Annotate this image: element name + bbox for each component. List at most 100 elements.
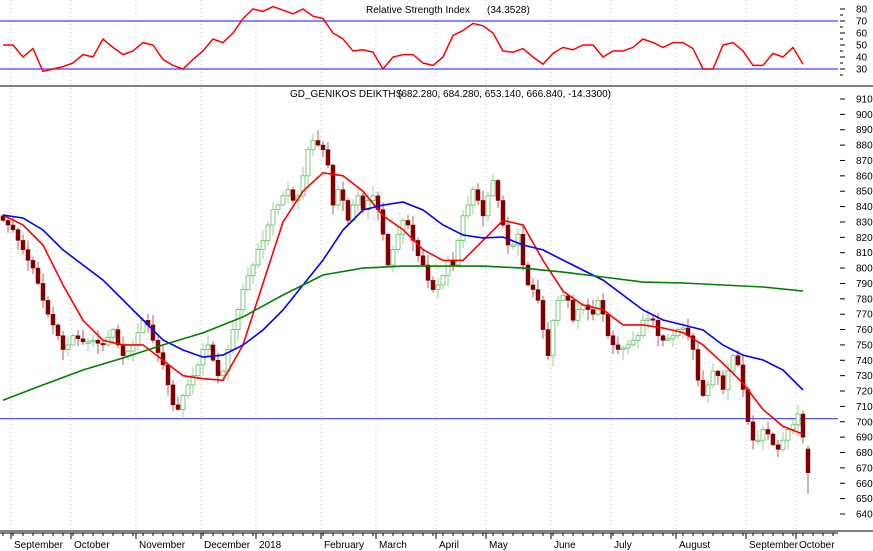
price-tick-label: 910 xyxy=(856,95,873,106)
candle-up xyxy=(70,335,76,346)
candle-up xyxy=(555,299,561,321)
candle-down xyxy=(615,344,621,350)
price-y-axis: 640 650 660 670 680 690 700 710 720 730 740 750 760 7… xyxy=(840,95,873,520)
candle-down xyxy=(95,340,101,344)
month-label: September xyxy=(749,540,799,551)
month-label: November xyxy=(139,540,186,551)
price-tick-label: 820 xyxy=(856,233,873,244)
candle-down xyxy=(475,189,481,201)
price-tick-label: 890 xyxy=(856,125,873,136)
price-tick-label: 730 xyxy=(856,371,873,382)
price-tick-label: 860 xyxy=(856,171,873,182)
candle-up xyxy=(575,309,581,321)
candle-up xyxy=(510,244,516,247)
candle-up xyxy=(670,335,676,340)
candle-up xyxy=(135,332,141,346)
candle-up xyxy=(400,220,406,235)
candle-down xyxy=(735,355,741,366)
candle-down xyxy=(360,195,366,210)
candle-down xyxy=(600,300,606,315)
price-tick-label: 800 xyxy=(856,264,873,275)
candle-down xyxy=(545,329,551,356)
month-label: August xyxy=(679,540,710,551)
candle-down xyxy=(765,429,771,435)
rsi-title: Relative Strength Index xyxy=(366,5,470,16)
candle-up xyxy=(705,384,711,397)
candle-down xyxy=(340,189,346,201)
price-tick-label: 750 xyxy=(856,340,873,351)
candle-down xyxy=(540,300,546,330)
candle-up xyxy=(180,395,186,410)
candle-down xyxy=(75,335,81,340)
month-label: February xyxy=(324,540,364,551)
candle-up xyxy=(185,384,191,397)
candle-down xyxy=(170,384,176,406)
candle-up xyxy=(355,195,361,206)
candle-up xyxy=(550,319,556,357)
candle-down xyxy=(215,360,221,376)
candle-up xyxy=(635,335,641,341)
month-label: September xyxy=(14,540,64,551)
rsi-tick-label: 60 xyxy=(856,29,868,40)
price-tick-label: 900 xyxy=(856,110,873,121)
candle-up xyxy=(645,318,651,321)
candle-down xyxy=(425,264,431,281)
price-tick-label: 810 xyxy=(856,248,873,259)
candle-down xyxy=(35,267,41,284)
candle-down xyxy=(10,224,16,230)
candle-up xyxy=(240,289,246,310)
price-tick-label: 670 xyxy=(856,463,873,474)
candle-down xyxy=(770,433,776,446)
candle-down xyxy=(120,344,126,356)
month-label: October xyxy=(74,540,110,551)
candle-up xyxy=(205,344,211,350)
candle-up xyxy=(755,439,761,443)
candle-down xyxy=(430,280,436,290)
candle-down xyxy=(20,240,26,250)
candle-down xyxy=(590,309,596,315)
candle-up xyxy=(445,259,451,277)
candle-up xyxy=(85,341,91,344)
price-tick-label: 880 xyxy=(856,141,873,152)
candle-up xyxy=(255,249,261,266)
price-tick-label: 790 xyxy=(856,279,873,290)
candle-down xyxy=(420,255,426,266)
candle-up xyxy=(595,299,601,315)
candle-up xyxy=(220,370,226,377)
candle-down xyxy=(100,343,106,346)
candle-up xyxy=(195,364,201,377)
rsi-panel: Relative Strength Index (34.3528) 304050… xyxy=(0,5,868,76)
price-tick-label: 840 xyxy=(856,202,873,213)
candle-up xyxy=(130,344,136,352)
candle-up xyxy=(305,149,311,177)
rsi-tick-label: 40 xyxy=(856,53,868,64)
candle-up xyxy=(640,319,646,337)
candle-up xyxy=(780,439,786,450)
candle-up xyxy=(560,295,566,301)
candle-down xyxy=(30,260,36,269)
candle-down xyxy=(535,289,541,301)
candle-down xyxy=(480,200,486,217)
month-label: December xyxy=(204,540,251,551)
candle-down xyxy=(610,335,616,346)
candle-up xyxy=(370,195,376,201)
candle-up xyxy=(440,275,446,286)
candle-up xyxy=(455,240,461,266)
candle-up xyxy=(630,339,636,346)
candle-down xyxy=(15,229,21,241)
rsi-tick-label: 30 xyxy=(856,65,868,76)
candle-up xyxy=(725,370,731,390)
price-tick-label: 740 xyxy=(856,356,873,367)
candle-up xyxy=(795,413,801,426)
candle-down xyxy=(520,234,526,266)
candle-down xyxy=(650,318,656,321)
candle-down xyxy=(55,324,61,336)
candle-down xyxy=(325,149,331,166)
candle-up xyxy=(625,344,631,349)
month-label: 2018 xyxy=(259,540,282,551)
month-label: April xyxy=(439,540,459,551)
candle-down xyxy=(45,300,51,315)
candle-up xyxy=(250,264,256,277)
candle-down xyxy=(605,313,611,336)
price-tick-label: 760 xyxy=(856,325,873,336)
